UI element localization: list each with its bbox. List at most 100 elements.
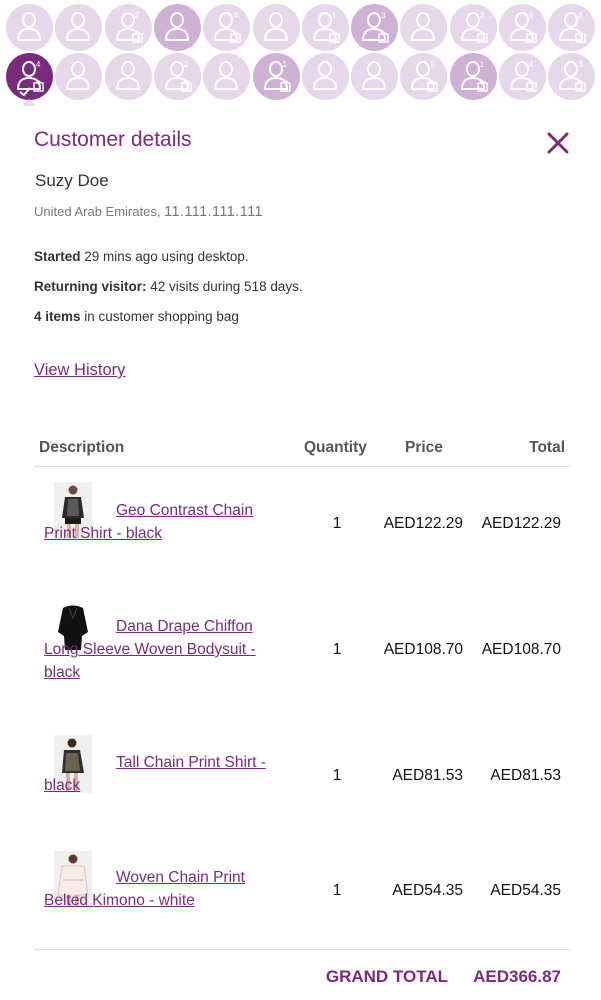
person-icon [411,12,436,41]
person-icon [263,12,288,41]
person-icon [115,61,140,90]
visitor-avatar[interactable] [104,53,152,100]
visitor-avatar[interactable]: 3 [351,4,399,51]
visitor-avatar[interactable]: 1 [449,53,497,100]
visitor-avatar[interactable] [55,4,103,51]
session-started: Started 29 mins ago using desktop. [34,249,249,264]
visitor-avatar[interactable] [252,4,300,51]
total-value: AED122.29 [481,515,561,532]
visitor-avatar[interactable]: 3 [548,53,596,100]
person-icon [17,12,41,41]
visitor-item-count: 2 [183,60,189,69]
visitor-item-count: 3 [381,11,386,20]
visitor-avatar[interactable]: 4 [6,53,53,100]
person-icon [312,61,337,90]
quantity-value: 1 [332,641,342,658]
visitor-item-count: 1 [479,60,485,69]
visitor-avatar[interactable]: 8 [548,4,596,51]
started-label: Started [34,249,81,264]
customer-location: United Arab Emirates, 11.111.111.111 [34,204,263,220]
person-icon [411,61,439,92]
person-icon [559,12,586,43]
total-value: AED54.35 [490,882,561,899]
price-value: AED54.35 [392,882,463,899]
total-value: AED108.70 [481,641,561,658]
person-icon [362,61,387,90]
visitor-item-count: 8 [578,11,583,20]
started-text: 29 mins ago using desktop. [80,249,249,264]
visitor-avatar[interactable] [400,4,448,51]
person-icon [362,12,389,43]
visitor-avatar[interactable]: 5 [400,53,448,100]
visitor-avatar[interactable]: 1 [252,53,300,100]
column-header-description: Description [39,439,125,456]
returning-visitor: Returning visitor: 42 visits during 518 … [34,279,303,294]
total-value: AED81.53 [490,767,561,784]
customer-country: United Arab Emirates, [34,204,161,219]
close-icon [547,132,569,154]
close-button[interactable] [544,129,572,157]
panel-title: Customer details [34,128,192,151]
person-icon [66,61,91,90]
visitor-item-count: 1 [282,60,287,69]
table-header-divider [34,466,571,467]
visitor-item-count: 1 [331,11,337,20]
person-icon [510,12,537,43]
view-history-link[interactable]: View History [34,361,125,380]
quantity-value: 1 [332,882,342,899]
visitor-avatar[interactable]: 4 [499,53,546,100]
product-link[interactable]: Geo Contrast Chain Print Shirt - black [44,499,289,545]
product-link[interactable]: Tall Chain Print Shirt - black [44,751,289,797]
visitor-item-count: 2 [134,11,140,20]
bag-items: 4 items in customer shopping bag [34,309,239,324]
person-icon [559,61,586,92]
visitor-avatar[interactable]: 6 [499,4,546,51]
grand-total-label: GRAND TOTAL [325,967,448,986]
visitor-avatar[interactable]: 2 [104,4,152,51]
visitor-avatar[interactable]: 3 [449,4,497,51]
quantity-value: 1 [332,767,342,784]
visitor-avatar[interactable] [6,4,53,51]
returning-text: 42 visits during 518 days. [146,279,303,294]
selected-visitor-pointer [22,99,36,106]
price-value: AED81.53 [392,767,463,784]
visitor-avatar[interactable]: 4 [203,4,251,51]
visitor-avatar[interactable] [351,53,399,100]
product-link[interactable]: Woven Chain Print Belted Kimono - white [44,866,289,912]
visitor-avatar[interactable] [55,53,103,100]
column-header-price: Price [405,439,443,456]
visitor-item-count: 5 [430,60,435,69]
person-icon [164,61,192,92]
visitor-avatar[interactable] [301,53,349,100]
visitor-item-count: 4 [529,60,534,69]
visitor-item-count: 6 [529,11,534,20]
person-icon [66,12,91,41]
person-icon [214,12,241,43]
grand-total-divider [34,949,571,950]
person-icon [115,12,143,43]
visitor-avatar[interactable]: 2 [153,53,201,100]
customer-name: Suzy Doe [35,171,109,190]
price-value: AED122.29 [383,515,463,532]
price-value: AED108.70 [383,641,463,658]
person-icon [164,12,189,41]
quantity-value: 1 [332,515,342,532]
column-header-quantity: Quantity [304,439,367,456]
visitor-item-count: 4 [233,11,238,20]
visitor-avatar[interactable] [203,53,251,100]
product-link[interactable]: Dana Drape Chiffon Long Sleeve Woven Bod… [44,615,289,684]
items-label: 4 items [34,309,81,324]
person-icon [510,61,537,92]
grand-total-value: AED366.87 [473,967,561,986]
visitor-item-count: 3 [479,11,485,20]
column-header-total: Total [529,439,565,456]
person-icon [312,12,340,43]
person-icon [460,12,488,43]
visitor-avatar[interactable]: 1 [301,4,349,51]
person-icon [460,61,488,92]
visitor-item-count: 4 [36,60,41,69]
returning-label: Returning visitor: [34,279,147,294]
person-icon [263,61,291,92]
visitor-avatar[interactable] [153,4,201,51]
visitor-item-count: 3 [578,60,583,69]
